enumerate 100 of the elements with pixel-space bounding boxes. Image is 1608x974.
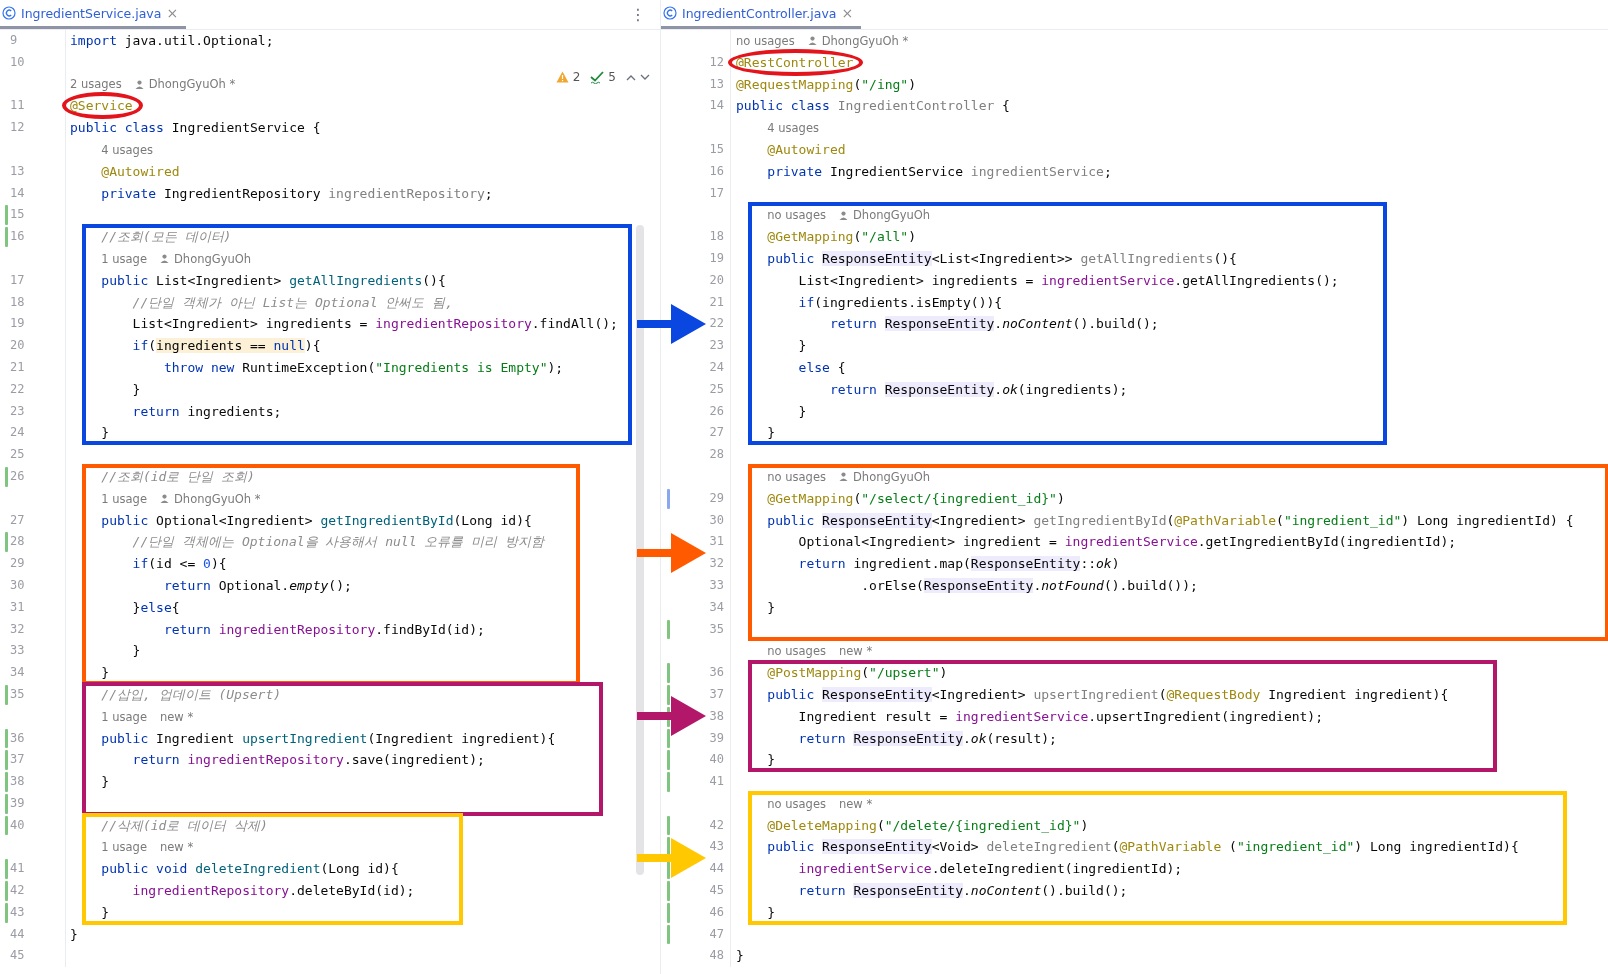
- code-line: if(ingredients == null){: [131, 337, 321, 356]
- code-line: Optional<Ingredient> ingredient = ingredientService.getIngredientById(ingredientId);: [797, 533, 1457, 552]
- line-number: 45: [709, 882, 724, 900]
- code-line: public Ingredient upsertIngredient(Ingredient ingredient){: [100, 729, 556, 748]
- usages-hint[interactable]: 1 usage: [101, 251, 147, 266]
- code-line: public ResponseEntity<List<Ingredient>> getAllIngredients(){: [766, 249, 1237, 268]
- usages-hint[interactable]: no usages: [767, 208, 826, 223]
- line-number: 30: [709, 511, 724, 529]
- usages-hint[interactable]: no usages: [736, 33, 795, 48]
- line-number: 19: [10, 315, 25, 333]
- line-number: 12: [10, 119, 25, 137]
- file-tab[interactable]: IngredientController.java ×: [661, 0, 862, 29]
- author-hint[interactable]: DhongGyuOh: [853, 469, 931, 484]
- code-line: public void deleteIngredient(Long id){: [100, 860, 399, 879]
- code-line: }else{: [131, 598, 180, 617]
- code-line: public Optional<Ingredient> getIngredientById(Long id){: [100, 511, 532, 530]
- code-line: @Service: [70, 97, 133, 116]
- line-number: 48: [709, 947, 724, 965]
- code-line: private IngredientService ingredientService;: [766, 162, 1112, 181]
- line-number: 29: [709, 489, 724, 507]
- line-number: 26: [10, 467, 25, 485]
- line-number: 20: [709, 271, 724, 289]
- usages-hint[interactable]: 2 usages: [70, 77, 122, 92]
- usages-hint[interactable]: 4 usages: [101, 142, 153, 157]
- warning-count: 2: [572, 70, 581, 84]
- code-line: public class IngredientController {: [736, 97, 1010, 116]
- class-icon: [2, 6, 16, 20]
- line-number: 44: [709, 860, 724, 878]
- line-number: 16: [709, 162, 724, 180]
- code-line: //삭제(id로 데이터 삭제): [100, 816, 268, 835]
- author-hint[interactable]: new *: [839, 644, 873, 659]
- usages-hint[interactable]: 1 usage: [101, 491, 147, 506]
- line-number: 9: [10, 32, 18, 49]
- close-button[interactable]: ×: [166, 5, 179, 21]
- line-number: 32: [10, 620, 25, 638]
- code-line: public ResponseEntity<Void> deleteIngredient(@PathVariable ("ingredient_id") Long ingredientId){: [766, 838, 1519, 857]
- line-number: 27: [10, 511, 25, 529]
- line-number: 30: [10, 576, 25, 594]
- code-line: @GetMapping("/all"): [766, 228, 917, 247]
- line-number: 41: [709, 773, 724, 791]
- chevron-up-icon[interactable]: [626, 73, 636, 81]
- line-number: 27: [709, 424, 724, 442]
- line-number: 46: [709, 903, 724, 921]
- code-line: //단일 객체에는 Optional을 사용해서 null 오류를 미리 방지함: [131, 533, 544, 552]
- code-line: @PostMapping("/upsert"): [766, 664, 948, 683]
- code-line: .orElse(ResponseEntity.notFound().build());: [860, 576, 1198, 595]
- line-number: 17: [709, 184, 724, 202]
- code-line: }: [766, 751, 776, 770]
- code-line: ingredientService.deleteIngredient(ingredientId);: [797, 860, 1183, 879]
- code-line: }: [736, 947, 744, 966]
- line-number: 42: [10, 882, 25, 900]
- usages-hint[interactable]: no usages: [767, 469, 826, 484]
- line-number: 28: [10, 533, 25, 551]
- code-line: }: [797, 402, 807, 421]
- usages-hint[interactable]: 1 usage: [101, 840, 147, 855]
- code-line: public ResponseEntity<Ingredient> upsertIngredient(@RequestBody Ingredient ingredient){: [766, 685, 1449, 704]
- author-hint[interactable]: new *: [160, 709, 194, 724]
- class-icon: [663, 6, 677, 20]
- line-number: 31: [709, 533, 724, 551]
- line-number: 24: [10, 424, 25, 442]
- chevron-down-icon[interactable]: [640, 73, 650, 81]
- code-line: List<Ingredient> ingredients = ingredientRepository.findAll();: [131, 315, 618, 334]
- usages-hint[interactable]: 4 usages: [767, 121, 819, 136]
- usages-hint[interactable]: no usages: [767, 796, 826, 811]
- line-number: 36: [709, 664, 724, 682]
- line-number: 23: [10, 402, 25, 420]
- code-line: //단일 객체가 아닌 List는 Optional 안써도 됨,: [131, 293, 453, 312]
- line-number: 33: [709, 576, 724, 594]
- author-hint[interactable]: DhongGyuOh *: [174, 491, 261, 506]
- line-number: 20: [10, 337, 25, 355]
- usages-hint[interactable]: no usages: [767, 644, 826, 659]
- line-number: 40: [10, 816, 25, 834]
- code-line: @GetMapping("/select/{ingredient_id}"): [766, 489, 1065, 508]
- code-line: }: [766, 903, 776, 922]
- author-hint[interactable]: DhongGyuOh *: [148, 77, 236, 92]
- code-line: }: [131, 380, 141, 399]
- more-menu-button[interactable]: ⋮: [630, 5, 646, 24]
- scrollbar-thumb[interactable]: [636, 225, 644, 875]
- line-number: 14: [709, 97, 724, 115]
- close-button[interactable]: ×: [841, 5, 854, 21]
- line-number: 12: [709, 53, 724, 71]
- author-hint[interactable]: new *: [839, 796, 873, 811]
- line-number: 33: [10, 642, 25, 660]
- code-line: return ResponseEntity.noContent().build();: [797, 882, 1128, 901]
- code-line: return ingredients;: [131, 402, 282, 421]
- author-hint[interactable]: DhongGyuOh: [174, 251, 252, 266]
- code-line: else {: [797, 358, 846, 377]
- code-line: }: [766, 598, 776, 617]
- author-hint[interactable]: DhongGyuOh *: [821, 33, 909, 48]
- code-line: return ResponseEntity.noContent().build();: [828, 315, 1159, 334]
- author-hint[interactable]: DhongGyuOh: [853, 208, 931, 223]
- file-tab[interactable]: IngredientService.java ×: [0, 0, 187, 29]
- code-line: }: [100, 903, 110, 922]
- code-line: return Optional.empty();: [162, 576, 352, 595]
- line-number: 47: [709, 925, 724, 943]
- code-line: return ResponseEntity.ok(ingredients);: [828, 380, 1128, 399]
- usages-hint[interactable]: 1 usage: [101, 709, 147, 724]
- line-number: 45: [10, 947, 25, 965]
- code-line: }: [70, 925, 78, 944]
- author-hint[interactable]: new *: [160, 840, 194, 855]
